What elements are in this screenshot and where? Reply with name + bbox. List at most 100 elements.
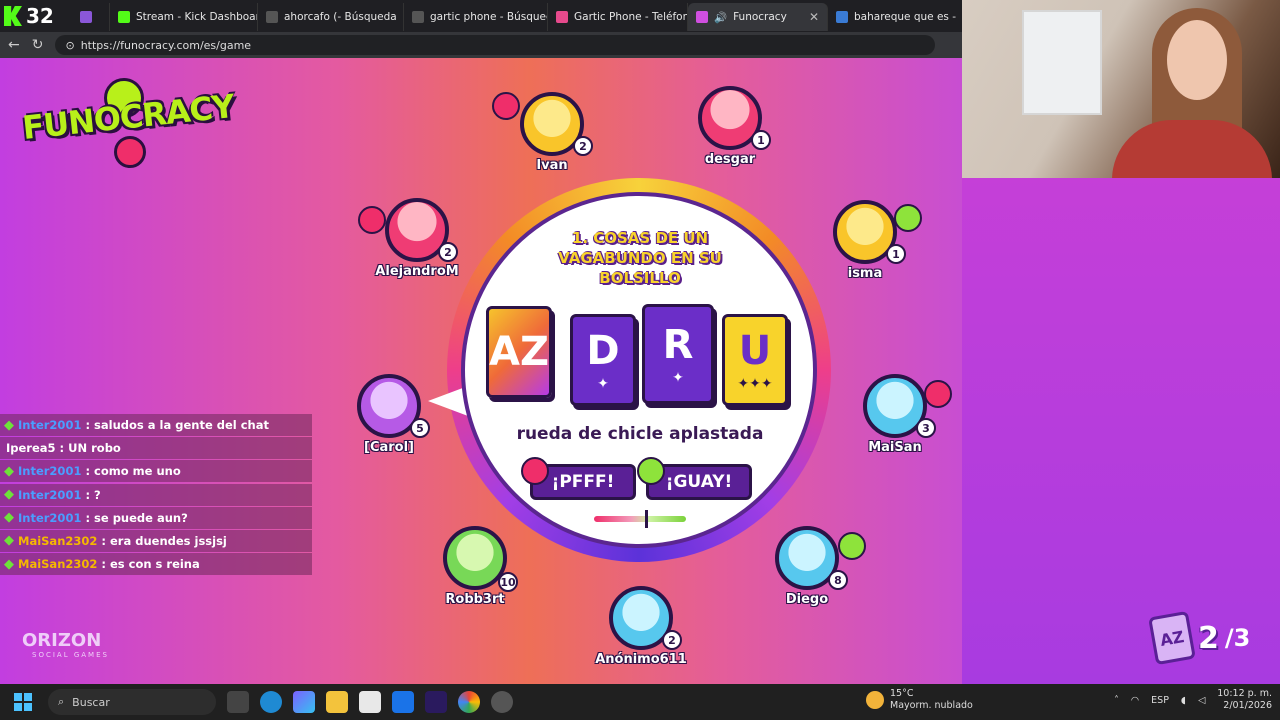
close-tab-icon[interactable]: ✕ bbox=[809, 10, 819, 24]
speaker-icon[interactable]: ◁ bbox=[1198, 695, 1205, 706]
card-letter-d: D ✦ bbox=[570, 314, 636, 406]
chat-message: ◆ Inter2001: saludos a la gente del chat bbox=[0, 414, 312, 436]
search-favicon-icon bbox=[836, 11, 848, 23]
tab-ahorcafo-search[interactable]: ahorcafo (- Búsqueda✕ bbox=[258, 3, 404, 31]
angry-reaction-icon bbox=[492, 92, 520, 120]
wifi-icon[interactable]: ◠ bbox=[1131, 695, 1139, 706]
search-icon: ⌕ bbox=[58, 695, 65, 708]
tab-gartic-search[interactable]: gartic phone - Búsqueda✕ bbox=[404, 3, 548, 31]
site-info-icon[interactable]: ⊙ bbox=[65, 39, 74, 52]
az-icon: AZ bbox=[489, 329, 549, 375]
player-carol: 5 [Carol] bbox=[342, 374, 432, 466]
chat-username: Inter2001 bbox=[18, 464, 82, 479]
guay-label: ¡GUAY! bbox=[665, 472, 733, 492]
prompt-title: 1. COSAS DE UN VAGABUNDO EN SU BOLSILLO bbox=[558, 229, 722, 287]
card-stars: ✦ bbox=[597, 376, 609, 392]
angry-face-icon bbox=[521, 457, 549, 485]
browser-toolbar: ← ↻ ⊙ https://funocracy.com/es/game bbox=[0, 32, 962, 58]
thumbs-up-reaction-icon bbox=[838, 532, 866, 560]
stream-chat: ◆ Inter2001: saludos a la gente del chat … bbox=[0, 414, 312, 576]
tab-label: Gartic Phone - Teléfono I bbox=[574, 11, 687, 23]
windows-start-icon[interactable] bbox=[14, 693, 32, 711]
reload-icon[interactable]: ↻ bbox=[32, 37, 44, 53]
vote-meter bbox=[592, 514, 688, 524]
clock[interactable]: 10:12 p. m. 2/01/2026 bbox=[1217, 688, 1272, 712]
chat-username: MaiSan2302 bbox=[18, 533, 98, 548]
az-card-icon: AZ bbox=[1148, 610, 1196, 666]
weather-widget[interactable]: 15°C Mayorm. nublado bbox=[866, 688, 973, 712]
card-stars: ✦ bbox=[672, 370, 684, 386]
tab-bahareque-search[interactable]: bahareque que es - Búsq✕ bbox=[828, 3, 960, 31]
copilot-icon[interactable] bbox=[293, 691, 315, 713]
player-robb3rt: 10 Robb3rt bbox=[428, 526, 518, 618]
subscriber-badge-icon: ◆ bbox=[4, 487, 14, 503]
vote-meter-marker bbox=[644, 510, 648, 528]
mic-icon[interactable]: ◖ bbox=[1181, 695, 1186, 706]
tab-kick-dashboard[interactable]: Stream - Kick Dashboard✕ bbox=[110, 3, 258, 31]
store-icon[interactable] bbox=[359, 691, 381, 713]
phone-favicon-icon bbox=[556, 11, 568, 23]
player-name: [Carol] bbox=[364, 440, 414, 455]
weather-temp: 15°C bbox=[890, 688, 914, 699]
tab-0[interactable] bbox=[72, 3, 110, 31]
player-name: isma bbox=[847, 266, 883, 281]
player-anonimo611: 2 Anónimo611 bbox=[594, 586, 687, 678]
thumbs-up-reaction-icon bbox=[894, 204, 922, 232]
chat-text: : como me uno bbox=[85, 464, 181, 479]
subscriber-badge-icon: ◆ bbox=[4, 417, 14, 433]
subscriber-badge-icon: ◆ bbox=[4, 463, 14, 479]
outlook-icon[interactable] bbox=[392, 691, 414, 713]
player-score: 10 bbox=[498, 572, 518, 592]
streamer-face bbox=[1167, 20, 1227, 100]
funocracy-logo: FUNOCRACY bbox=[21, 78, 236, 168]
tab-label: gartic phone - Búsqueda bbox=[430, 11, 548, 23]
chat-username: Iperea5 bbox=[6, 441, 56, 456]
clock-date: 2/01/2026 bbox=[1223, 700, 1272, 711]
card-letter: U bbox=[738, 328, 772, 374]
round-current: 2 bbox=[1198, 620, 1219, 656]
chat-username: MaiSan2302 bbox=[18, 557, 98, 572]
task-view-icon[interactable] bbox=[227, 691, 249, 713]
taskbar-search[interactable]: ⌕ Buscar bbox=[48, 689, 216, 715]
file-explorer-icon[interactable] bbox=[326, 691, 348, 713]
chat-username: Inter2001 bbox=[18, 487, 82, 502]
webcam-overlay bbox=[962, 0, 1280, 178]
subscriber-badge-icon: ◆ bbox=[4, 510, 14, 526]
card-letter: R bbox=[662, 322, 694, 368]
address-bar[interactable]: ⊙ https://funocracy.com/es/game bbox=[55, 35, 936, 55]
chat-text: : ? bbox=[85, 487, 101, 502]
chevron-up-icon[interactable]: ˄ bbox=[1114, 695, 1119, 706]
chat-text: : es con s reina bbox=[101, 557, 200, 572]
obs-icon[interactable] bbox=[491, 691, 513, 713]
round-counter: AZ 2 /3 bbox=[1148, 610, 1250, 666]
chat-text: : se puede aun? bbox=[85, 510, 188, 525]
game-background-extension bbox=[962, 178, 1280, 684]
language-indicator[interactable]: ESP bbox=[1151, 695, 1169, 706]
url-text: https://funocracy.com/es/game bbox=[80, 38, 252, 52]
speaker-icon[interactable]: 🔊 bbox=[714, 11, 727, 24]
chat-text: : era duendes jssjsj bbox=[101, 533, 227, 548]
pfff-button[interactable]: ¡PFFF! bbox=[521, 457, 636, 500]
kick-counter: 32 bbox=[0, 0, 72, 32]
search-placeholder: Buscar bbox=[72, 695, 110, 709]
chrome-icon[interactable] bbox=[458, 691, 480, 713]
back-arrow-icon[interactable]: ← bbox=[8, 37, 20, 53]
guay-button[interactable]: ¡GUAY! bbox=[637, 457, 752, 500]
player-diego: 8 Diego bbox=[760, 526, 850, 618]
chat-message: ◆ Inter2001: ? bbox=[0, 483, 312, 506]
player-desgar: 1 desgar bbox=[683, 86, 773, 178]
chat-text: : saludos a la gente del chat bbox=[85, 418, 269, 432]
chat-username: Inter2001 bbox=[18, 418, 82, 432]
premiere-icon[interactable] bbox=[425, 691, 447, 713]
chat-message: ◆ Inter2001: como me uno bbox=[0, 460, 312, 483]
card-az: AZ bbox=[486, 306, 552, 398]
tab-favicon-icon bbox=[80, 11, 92, 23]
player-score: 2 bbox=[438, 242, 458, 262]
player-name: AlejandroM bbox=[375, 264, 459, 279]
tab-funocracy[interactable]: 🔊 Funocracy ✕ bbox=[688, 3, 828, 31]
chat-text: : UN robo bbox=[59, 441, 121, 456]
tab-gartic-phone[interactable]: Gartic Phone - Teléfono I bbox=[548, 3, 688, 31]
windows-taskbar: ⌕ Buscar 15°C Mayorm. nublado ˄ ◠ ESP ◖ … bbox=[0, 684, 1280, 720]
chat-username: Inter2001 bbox=[18, 510, 82, 525]
edge-icon[interactable] bbox=[260, 691, 282, 713]
